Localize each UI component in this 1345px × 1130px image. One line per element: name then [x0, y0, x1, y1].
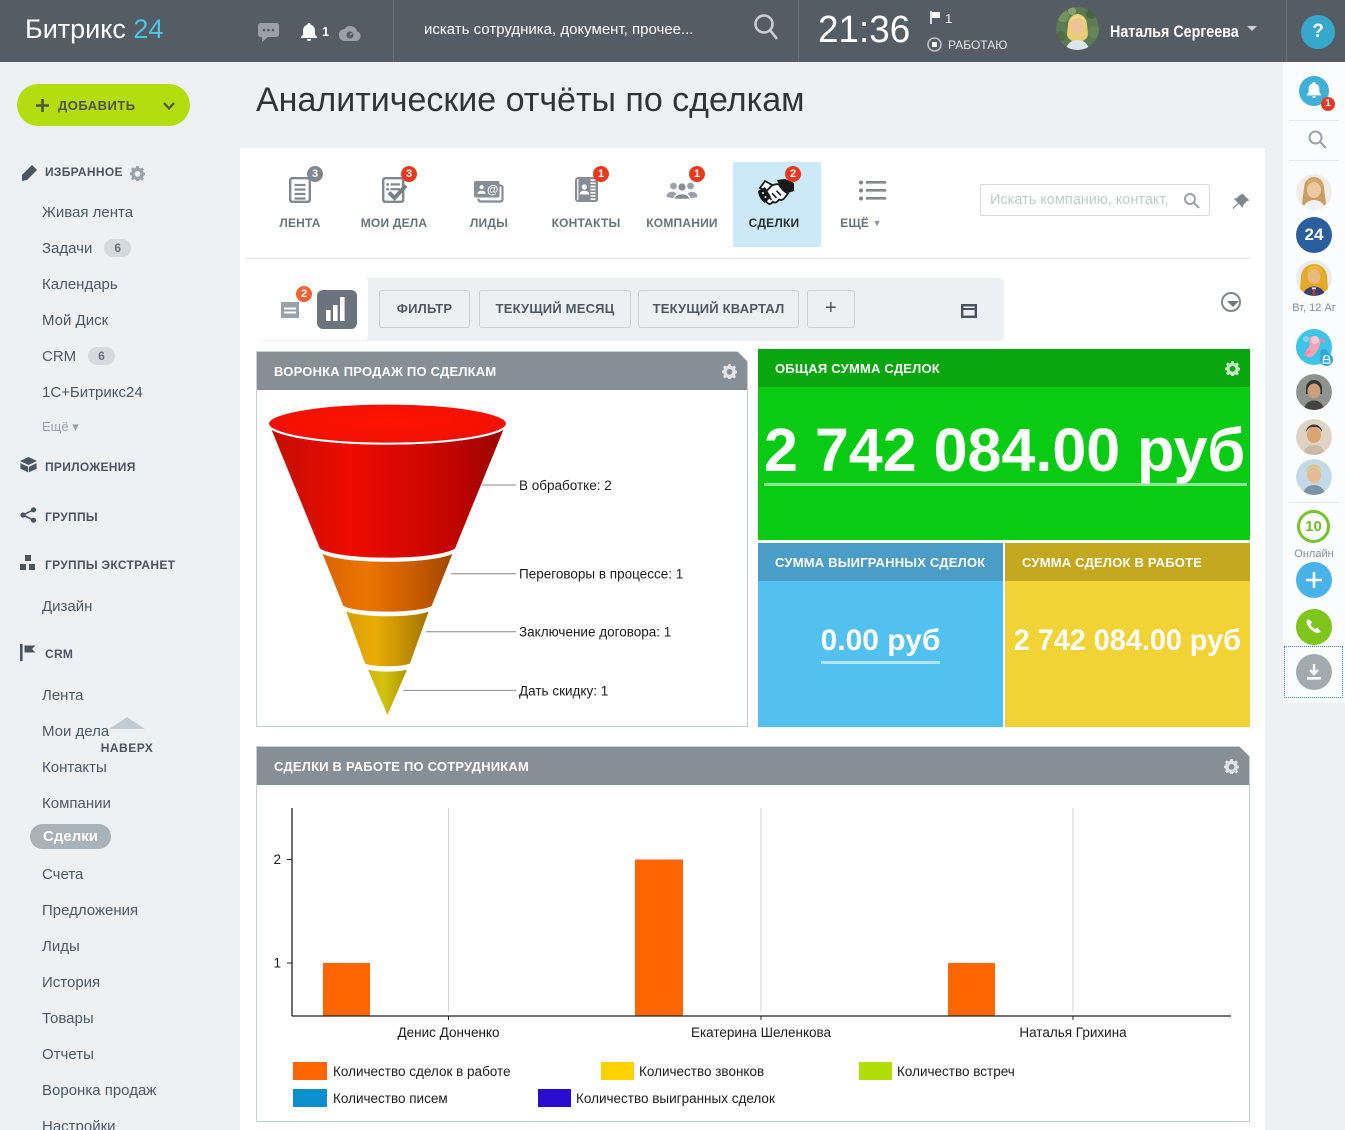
- svg-text:Дать скидку: 1: Дать скидку: 1: [519, 683, 608, 698]
- svg-text:В обработке: 2: В обработке: 2: [519, 478, 612, 493]
- svg-text:Переговоры в процессе: 1: Переговоры в процессе: 1: [519, 567, 683, 582]
- svg-text:Екатерина Шеленкова: Екатерина Шеленкова: [691, 1025, 832, 1040]
- svg-text:Количество встреч: Количество встреч: [897, 1064, 1015, 1079]
- svg-text:@: @: [487, 185, 498, 197]
- svg-text:Наталья Грихина: Наталья Грихина: [1019, 1025, 1127, 1040]
- svg-text:2: 2: [273, 852, 281, 867]
- svg-text:1: 1: [273, 956, 281, 971]
- svg-text:Количество звонков: Количество звонков: [639, 1064, 764, 1079]
- svg-text:Заключение договора: 1: Заключение договора: 1: [519, 625, 671, 640]
- svg-text:Количество сделок в работе: Количество сделок в работе: [333, 1064, 511, 1079]
- svg-text:Денис Донченко: Денис Донченко: [398, 1025, 500, 1040]
- svg-text:Количество писем: Количество писем: [333, 1091, 448, 1106]
- svg-text:Количество выигранных сделок: Количество выигранных сделок: [576, 1091, 775, 1106]
